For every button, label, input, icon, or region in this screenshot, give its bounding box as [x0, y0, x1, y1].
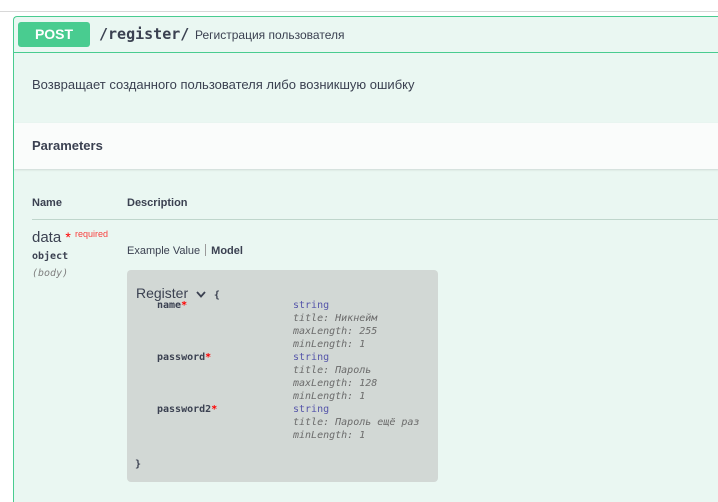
- chevron-down-icon[interactable]: [196, 290, 206, 301]
- parameters-title: Parameters: [32, 138, 103, 153]
- parameter-name-text: data: [32, 229, 62, 246]
- property-name: name: [157, 300, 182, 311]
- method-badge[interactable]: POST: [18, 22, 90, 47]
- endpoint-summary[interactable]: Регистрация пользователя: [195, 28, 344, 42]
- property-type: string: [293, 352, 330, 363]
- property-meta: title: Никнейм: [293, 313, 378, 324]
- opblock-summary[interactable]: POST /register/ Регистрация пользователя: [14, 17, 718, 53]
- property-meta: title: Пароль ещё раз: [293, 417, 420, 428]
- model-property-name: name*: [157, 300, 187, 311]
- tab-example-value[interactable]: Example Value: [127, 245, 200, 257]
- endpoint-path[interactable]: /register/: [99, 25, 189, 43]
- property-meta: maxLength: 128: [293, 378, 378, 389]
- model-toggle[interactable]: Register {: [136, 285, 220, 301]
- property-meta: title: Пароль: [293, 365, 372, 376]
- model-open-brace: {: [213, 290, 220, 301]
- property-type: string: [293, 404, 330, 415]
- property-type: string: [293, 300, 330, 311]
- model-title: Register: [136, 285, 189, 301]
- property-meta: maxLength: 255: [293, 326, 378, 337]
- model-box: Register { name* string title: Никнейм m…: [127, 270, 438, 482]
- property-meta: minLength: 1: [293, 430, 366, 441]
- column-header-divider: [32, 219, 718, 220]
- parameter-type: object: [32, 251, 69, 262]
- top-divider: [0, 11, 718, 12]
- model-tabs: Example Value Model: [127, 244, 243, 257]
- model-close-brace: }: [135, 459, 142, 470]
- property-required-star: *: [181, 300, 188, 311]
- parameter-location: (body): [32, 268, 69, 279]
- property-required-star: *: [205, 352, 212, 363]
- parameters-header: Parameters: [14, 123, 718, 169]
- property-meta: minLength: 1: [293, 339, 366, 350]
- property-required-star: *: [211, 404, 218, 415]
- required-label: required: [75, 229, 109, 239]
- property-name: password: [157, 352, 206, 363]
- tab-separator: [205, 244, 207, 256]
- parameter-name: data *: [32, 229, 71, 246]
- operation-description: Возвращает созданного пользователя либо …: [32, 77, 415, 92]
- required-star: *: [65, 229, 71, 245]
- model-property-password: password*: [157, 352, 211, 363]
- tab-model[interactable]: Model: [211, 245, 243, 257]
- column-header-description: Description: [127, 197, 188, 209]
- property-meta: minLength: 1: [293, 391, 366, 402]
- model-property-password2: password2*: [157, 404, 217, 415]
- column-header-name: Name: [32, 197, 62, 209]
- property-name: password2: [157, 404, 212, 415]
- opblock-post-register: POST /register/ Регистрация пользователя…: [13, 16, 718, 502]
